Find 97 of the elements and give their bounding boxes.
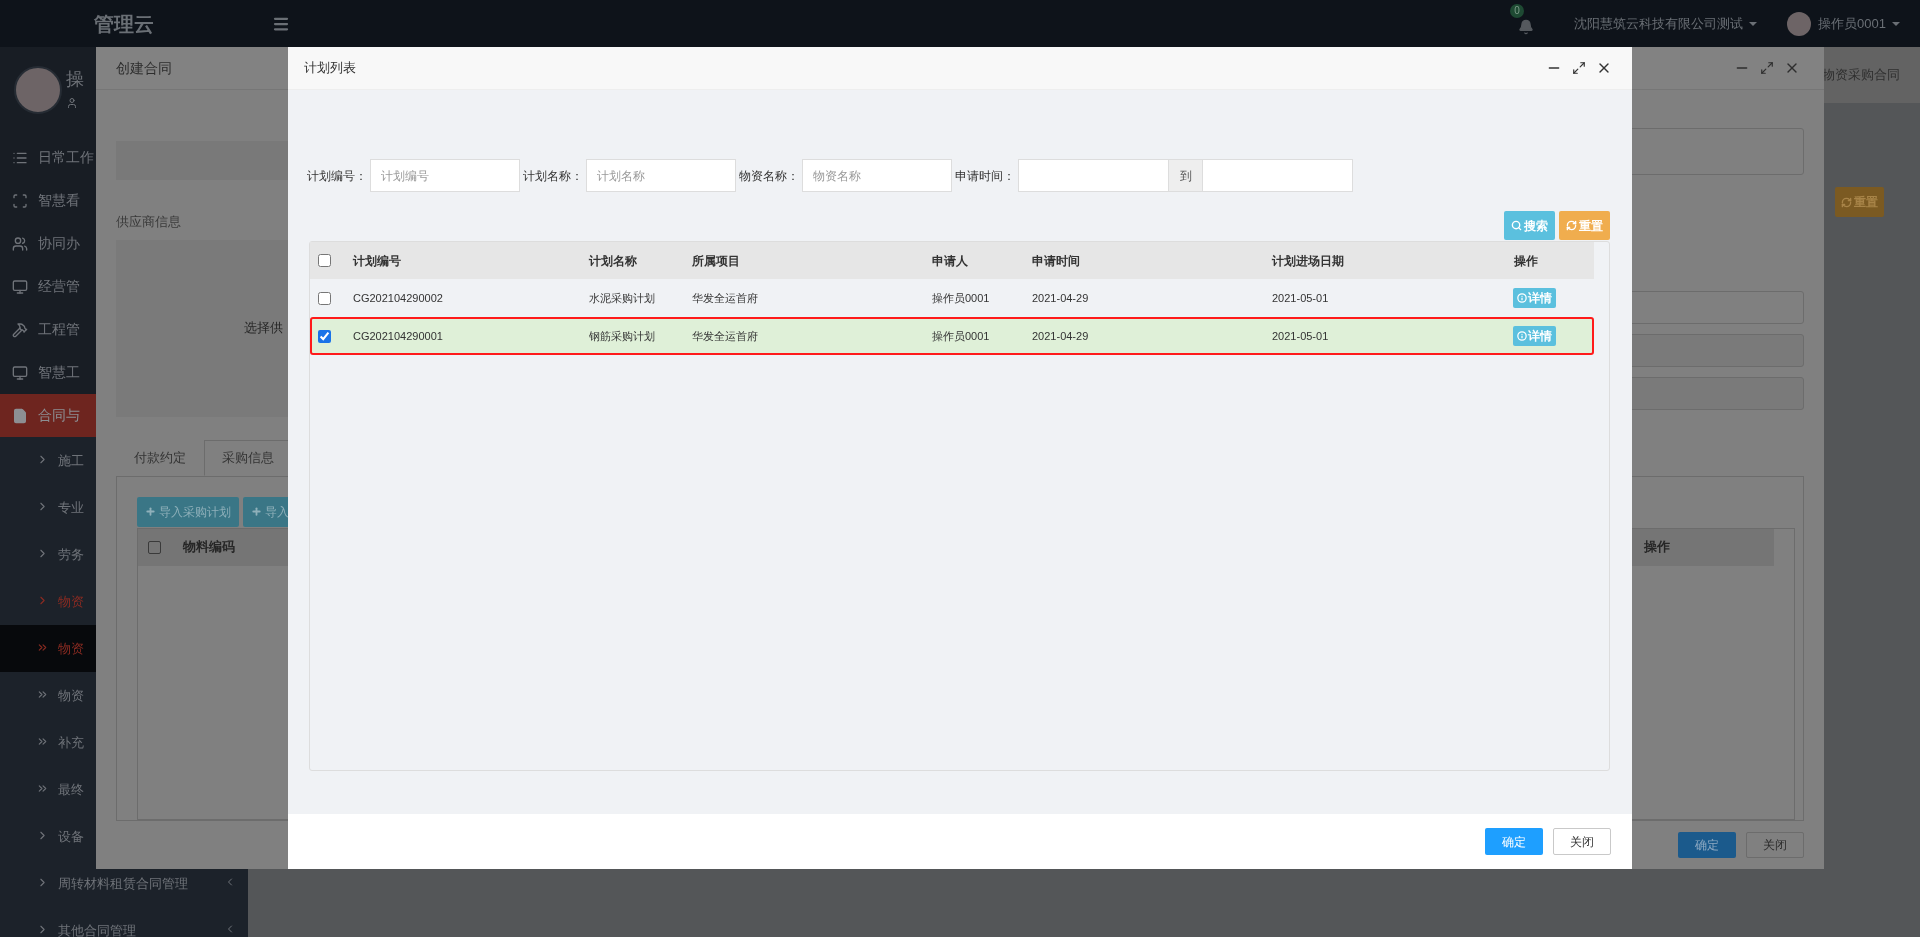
sidebar-subitem[interactable]: 设备 <box>0 813 96 860</box>
sidebar-subitem[interactable]: 物资 <box>0 625 96 672</box>
caret-icon <box>1749 21 1758 26</box>
hammer-icon <box>12 321 28 338</box>
sidebar-item[interactable]: 经营管 <box>0 265 96 308</box>
sidebar-subitem[interactable]: 其他合同管理 <box>0 907 248 937</box>
user-icon <box>66 97 78 109</box>
filter-label: 申请时间： <box>954 167 1016 185</box>
details-button[interactable]: 详情 <box>1513 288 1556 308</box>
column-header: 计划进场日期 <box>1270 252 1345 270</box>
select-all-checkbox[interactable] <box>318 254 331 267</box>
sidebar-item[interactable]: 日常工作 <box>0 136 96 179</box>
reset-button[interactable]: 重置 <box>1559 211 1610 240</box>
column-header: 计划编号 <box>351 252 402 270</box>
table-row[interactable]: CG202104290002 水泥采购计划 华发全运首府 操作员0001 2021-04-29 2021-05-01 详情 <box>310 279 1594 317</box>
column-header: 所属项目 <box>691 252 741 270</box>
monitor-icon <box>12 278 28 295</box>
range-separator: 到 <box>1169 159 1202 192</box>
search-field[interactable]: 物资名称 <box>802 159 952 192</box>
refresh-icon <box>1566 220 1577 231</box>
column-header: 物料编码 <box>183 538 235 557</box>
monitor-icon <box>12 364 28 381</box>
table-cell-text: 2021-04-29 <box>1031 328 1090 344</box>
supplier-label: 选择供 <box>244 319 283 338</box>
column-header: 操作 <box>1513 252 1539 270</box>
avatar <box>14 66 62 114</box>
sidebar-item[interactable]: 工程管 <box>0 308 96 351</box>
sidebar-subitem[interactable]: 补充 <box>0 719 96 766</box>
filter-label: 计划编号： <box>306 167 368 185</box>
row-checkbox[interactable] <box>318 329 331 343</box>
users-icon <box>12 235 28 252</box>
table-cell-text: CG202104290001 <box>352 328 444 344</box>
sidebar-subitem[interactable]: 物资 <box>0 672 96 719</box>
bell-icon[interactable] <box>1518 18 1535 35</box>
logo: 管理云 <box>94 11 154 37</box>
sidebar-subitem[interactable]: 最终 <box>0 766 96 813</box>
column-header: 操作 <box>1644 538 1671 557</box>
import-button[interactable]: 导入采购计划 <box>137 496 239 527</box>
column-header: 申请人 <box>931 252 969 270</box>
search-icon <box>1511 220 1522 231</box>
caret-icon <box>1892 21 1900 26</box>
frame-icon <box>12 192 28 209</box>
table-cell-text: 钢筋采购计划 <box>588 328 656 344</box>
row-checkbox[interactable] <box>318 291 331 305</box>
filter-label: 计划名称： <box>522 167 584 185</box>
info-icon <box>1517 331 1527 341</box>
sidebar-subitem[interactable]: 专业 <box>0 484 96 531</box>
column-header: 计划名称 <box>587 252 638 270</box>
table-cell-text: 2021-05-01 <box>1271 290 1330 306</box>
table-cell-text: 操作员0001 <box>931 290 991 306</box>
table-cell-text: 2021-05-01 <box>1271 328 1330 344</box>
table-cell-text: 2021-04-29 <box>1031 290 1090 306</box>
section-label: 供应商信息 <box>116 213 181 231</box>
file-icon <box>12 407 28 424</box>
double-chevron-icon <box>36 782 49 795</box>
user-dropdown[interactable]: 操作员0001 <box>1818 13 1900 34</box>
sidebar-subitem[interactable]: 施工 <box>0 437 96 484</box>
sidebar-item[interactable]: 协同办 <box>0 222 96 265</box>
notification-badge: 0 <box>1510 3 1525 18</box>
close-button[interactable]: 关闭 <box>1746 831 1804 858</box>
filter-label: 物资名称： <box>738 167 800 185</box>
start-date-field[interactable] <box>1018 159 1169 192</box>
tab[interactable]: 付款约定 <box>116 439 204 476</box>
search-button[interactable]: 搜索 <box>1504 211 1555 240</box>
search-field[interactable]: 计划名称 <box>586 159 736 192</box>
table-cell-text: 水泥采购计划 <box>588 290 656 306</box>
sidebar-item[interactable]: 合同与 <box>0 394 96 437</box>
table-cell-text: 华发全运首府 <box>691 328 759 344</box>
sidebar-item[interactable]: 智慧工 <box>0 351 96 394</box>
info-icon <box>1517 293 1527 303</box>
double-chevron-icon <box>36 641 49 654</box>
confirm-button[interactable]: 确定 <box>1678 831 1736 858</box>
double-chevron-icon <box>36 735 49 748</box>
table-cell-text: 操作员0001 <box>931 328 991 344</box>
double-chevron-icon <box>36 688 49 701</box>
table-cell-text: CG202104290002 <box>352 290 444 306</box>
dialog-title: 创建合同 <box>116 58 172 78</box>
plus-icon <box>251 506 262 517</box>
profile-name: 操 <box>66 68 84 91</box>
refresh-icon <box>1841 196 1852 208</box>
table-row[interactable]: CG202104290001 钢筋采购计划 华发全运首府 操作员0001 2021-04-29 2021-05-01 详情 <box>310 317 1594 355</box>
company-dropdown[interactable]: 沈阳慧筑云科技有限公司测试 <box>1574 13 1758 34</box>
sidebar-item[interactable]: 智慧看 <box>0 179 96 222</box>
close-button[interactable]: 关闭 <box>1553 828 1611 855</box>
checkbox[interactable] <box>148 540 161 554</box>
dialog-title: 计划列表 <box>304 59 356 78</box>
column-header: 申请时间 <box>1031 252 1081 270</box>
user-avatar <box>1787 11 1812 36</box>
search-field[interactable]: 计划编号 <box>370 159 520 192</box>
end-date-field[interactable] <box>1202 159 1353 192</box>
plus-icon <box>145 506 156 517</box>
details-button[interactable]: 详情 <box>1513 326 1556 346</box>
sidebar-subitem[interactable]: 物资 <box>0 578 96 625</box>
maximize-icon[interactable] <box>1572 61 1586 75</box>
confirm-button[interactable]: 确定 <box>1485 828 1543 855</box>
table-cell-text: 华发全运首府 <box>691 290 759 306</box>
sidebar-subitem[interactable]: 劳务 <box>0 531 96 578</box>
